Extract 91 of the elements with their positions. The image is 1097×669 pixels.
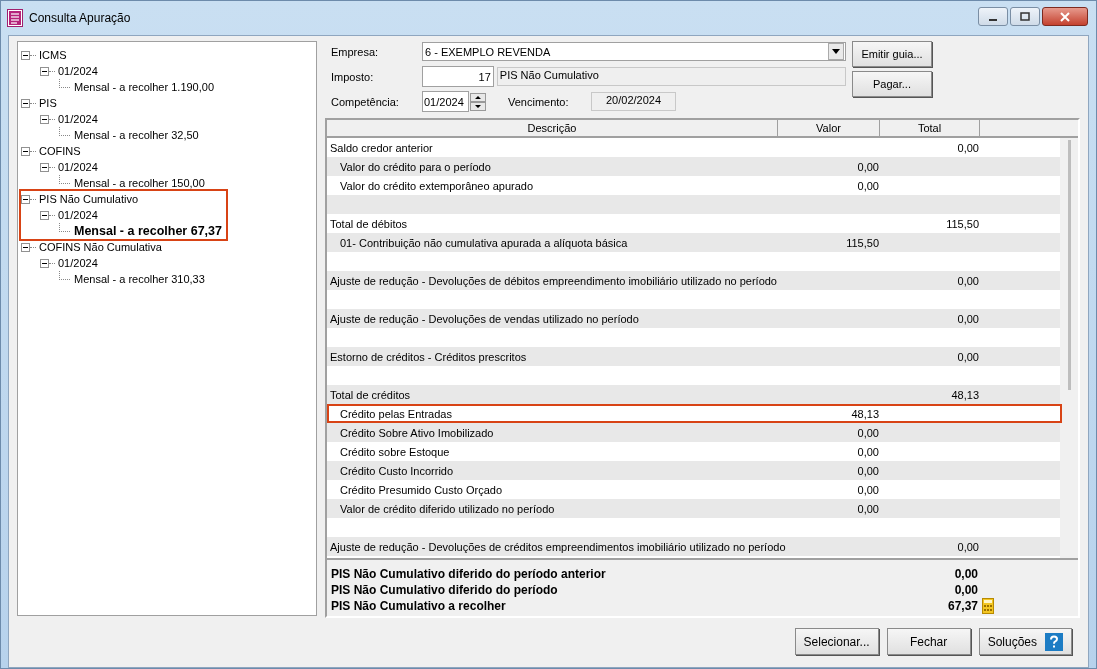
collapse-icon[interactable]	[40, 66, 49, 76]
tree-item[interactable]: COFINS Não Cumulativa	[38, 241, 163, 253]
due-date-field: 20/02/2024	[591, 92, 676, 111]
table-cell-text: 0,00	[956, 312, 980, 325]
collapse-icon[interactable]	[40, 210, 49, 220]
tree-item[interactable]: 01/2024	[57, 113, 99, 125]
collapse-icon[interactable]	[21, 146, 30, 156]
dropdown-arrow-icon	[832, 49, 840, 54]
tree-item[interactable]: 01/2024	[57, 161, 99, 173]
tree-item[interactable]: PIS Não Cumulativo	[38, 193, 140, 205]
field-label: Empresa:	[331, 45, 380, 58]
table-cell-text: 0,00	[856, 179, 880, 192]
collapse-icon[interactable]	[40, 258, 49, 268]
table-cell-text: 0,00	[856, 502, 880, 515]
action-button[interactable]: Emitir guia...	[852, 41, 932, 67]
maximize-button[interactable]	[1010, 7, 1040, 26]
table-cell-text: 0,00	[856, 426, 880, 439]
table-cell-text: Estorno de créditos - Créditos prescritos	[329, 350, 528, 363]
summary-label: PIS Não Cumulativo a recolher	[331, 599, 507, 613]
tree-item[interactable]: ICMS	[38, 49, 68, 61]
close-icon	[1060, 11, 1070, 22]
table-cell-text: Saldo credor anterior	[329, 141, 434, 154]
collapse-icon[interactable]	[40, 114, 49, 124]
company-dropdown[interactable]: 6 - EXEMPLO REVENDA	[422, 42, 846, 61]
table-cell-text: 0,00	[956, 274, 980, 287]
field-label: Imposto:	[331, 70, 375, 83]
collapse-icon[interactable]	[40, 162, 49, 172]
action-button[interactable]: Fechar	[886, 628, 971, 655]
collapse-icon[interactable]	[21, 242, 30, 252]
summary-value: 0,00	[953, 567, 978, 581]
tree-item[interactable]: 01/2024	[57, 65, 99, 77]
table-cell-text: 0,00	[856, 160, 880, 173]
field-label: Vencimento:	[508, 95, 570, 108]
table-cell-text: Ajuste de redução - Devoluções de créditos empreendimentos imobiliário utilizado no período	[329, 540, 787, 553]
table-cell-text: Valor de crédito diferido utilizado no período	[339, 502, 556, 515]
table-cell-text: 0,00	[856, 464, 880, 477]
tree-item[interactable]: Mensal - a recolher 310,33	[73, 273, 206, 285]
table-cell-text: Total de créditos	[329, 388, 412, 401]
table-cell-text: 115,50	[945, 217, 980, 230]
column-header[interactable]: Descrição	[327, 120, 778, 136]
period-field[interactable]: 01/2024	[422, 91, 469, 112]
summary-label: PIS Não Cumulativo diferido do período anterior	[331, 567, 607, 581]
tree-item[interactable]: Mensal - a recolher 150,00	[73, 177, 206, 189]
tree-item[interactable]: PIS	[38, 97, 58, 109]
summary-value: 0,00	[953, 583, 978, 597]
tree-item[interactable]: Mensal - a recolher 1.190,00	[73, 81, 216, 93]
table-cell-text: Valor do crédito extemporâneo apurado	[339, 179, 535, 192]
minimize-icon	[989, 18, 997, 21]
collapse-icon[interactable]	[21, 98, 30, 108]
field-label: Competência:	[331, 95, 400, 108]
table-cell-text: Crédito pelas Entradas	[339, 407, 453, 420]
table-cell-text: 01- Contribuição não cumulativa apurada a alíquota básica	[339, 236, 629, 249]
column-header[interactable]: Valor	[778, 120, 880, 136]
table-cell-text: 48,13	[850, 407, 880, 420]
tree-item[interactable]: Mensal - a recolher 67,37	[73, 224, 223, 238]
spinner-icon[interactable]	[470, 92, 486, 111]
action-button[interactable]: Pagar...	[852, 71, 932, 97]
table-cell-text: Crédito sobre Estoque	[339, 445, 451, 458]
column-header[interactable]: Total	[880, 120, 980, 136]
table-cell-text: 0,00	[856, 483, 880, 496]
tree-item[interactable]: COFINS	[38, 145, 82, 157]
table-cell-text: Valor do crédito para o período	[339, 160, 492, 173]
table-cell-text: 0,00	[956, 141, 980, 154]
tax-code-field[interactable]: 17	[421, 66, 494, 87]
tree-item[interactable]: Mensal - a recolher 32,50	[73, 129, 200, 141]
minimize-button[interactable]	[978, 7, 1008, 26]
document-icon	[7, 9, 23, 27]
table-cell-text: 0,00	[956, 350, 980, 363]
calculator-icon[interactable]	[982, 598, 994, 614]
tree-item[interactable]: 01/2024	[57, 209, 99, 221]
table-cell-text: 115,50	[845, 236, 880, 249]
table-cell-text: Total de débitos	[329, 217, 409, 230]
collapse-icon[interactable]	[21, 50, 30, 60]
window-title: Consulta Apuração	[29, 11, 132, 25]
tree-item[interactable]: 01/2024	[57, 257, 99, 269]
table-cell-text: 0,00	[856, 445, 880, 458]
table-cell-text: Crédito Presumido Custo Orçado	[339, 483, 503, 496]
table-cell-text: Ajuste de redução - Devoluções de débitos empreendimento imobiliário utilizado no período	[329, 274, 778, 287]
collapse-icon[interactable]	[21, 194, 30, 204]
action-button[interactable]: Selecionar...	[794, 628, 879, 655]
table-cell-text: 48,13	[950, 388, 980, 401]
table-cell-text: 0,00	[956, 540, 980, 553]
table-cell-text: Crédito Custo Incorrido	[339, 464, 455, 477]
table-cell-text: Crédito Sobre Ativo Imobilizado	[339, 426, 495, 439]
maximize-icon	[1020, 11, 1030, 22]
summary-label: PIS Não Cumulativo diferido do período	[331, 583, 559, 597]
summary-value: 67,37	[946, 599, 978, 613]
action-button[interactable]: Soluções	[978, 628, 1072, 655]
close-button[interactable]	[1042, 7, 1088, 26]
tax-name-field: PIS Não Cumulativo	[496, 67, 846, 86]
table-cell-text: Ajuste de redução - Devoluções de vendas utilizado no período	[329, 312, 640, 325]
